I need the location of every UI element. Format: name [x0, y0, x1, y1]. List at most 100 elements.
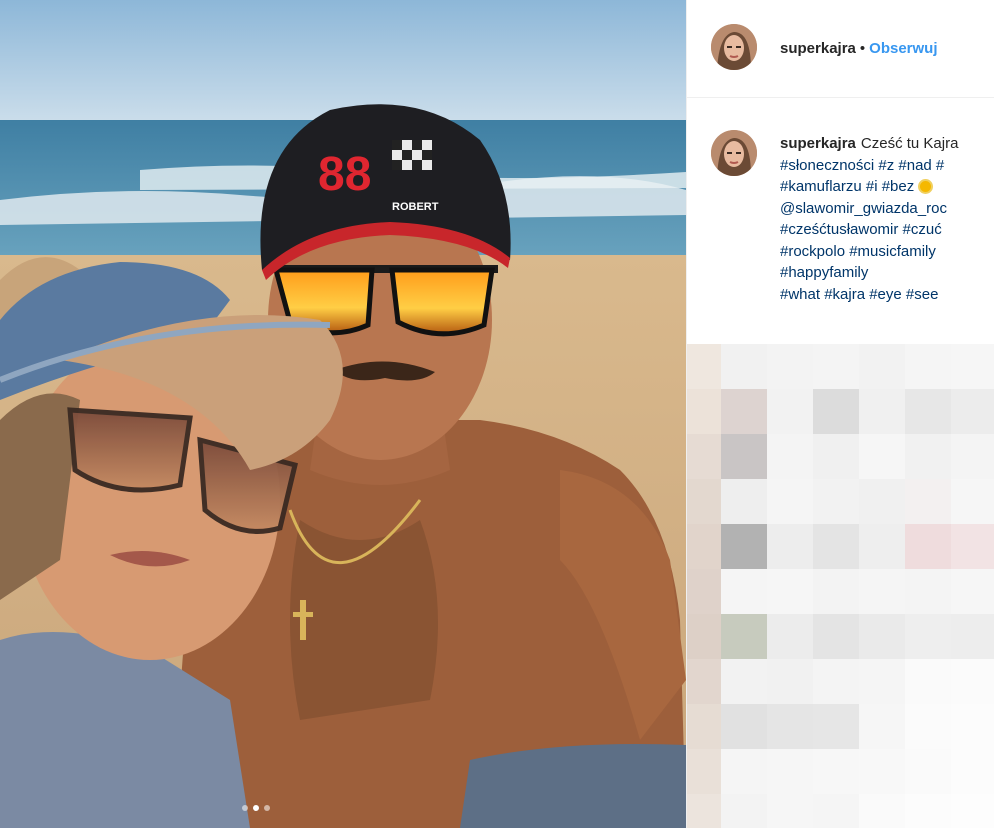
pixel-block [905, 524, 951, 569]
pixel-block [859, 659, 905, 704]
pixel-block [951, 659, 994, 704]
pixel-block [813, 794, 859, 828]
pixel-block [905, 389, 951, 434]
pixel-block [767, 659, 813, 704]
pixel-block [813, 569, 859, 614]
sun-emoji-icon [918, 179, 934, 194]
pixel-block [687, 614, 721, 659]
caption-avatar[interactable] [711, 130, 757, 176]
pixel-block [767, 749, 813, 794]
pixel-block [905, 479, 951, 524]
caption-line: superkajra Cześć tu Kajra [780, 133, 994, 155]
cap-logo-text: ROBERT [392, 201, 439, 213]
pixel-block [905, 569, 951, 614]
pixel-block [905, 614, 951, 659]
pixel-block [721, 479, 767, 524]
pixel-block [951, 434, 994, 479]
pixel-block [721, 704, 767, 749]
pixel-block [905, 434, 951, 479]
pixel-block [859, 794, 905, 828]
carousel-dot[interactable] [264, 805, 270, 811]
pixel-block [859, 389, 905, 434]
pixel-block [721, 614, 767, 659]
pixel-block [721, 524, 767, 569]
pixel-block [687, 659, 721, 704]
caption-hashtags[interactable]: #happyfamily [780, 262, 994, 284]
pixel-block [721, 794, 767, 828]
pixel-block [813, 704, 859, 749]
pixel-block [951, 479, 994, 524]
pixel-block [905, 344, 951, 389]
pixel-block [721, 749, 767, 794]
pixel-block [687, 749, 721, 794]
carousel-indicator [242, 805, 270, 811]
pixel-block [951, 749, 994, 794]
pixel-block [859, 614, 905, 659]
pixel-block [951, 794, 994, 828]
pixel-block [767, 794, 813, 828]
pixel-block [687, 344, 721, 389]
post-side-panel: superkajra • Obserwuj superkajra Cześć tu K… [686, 0, 994, 828]
pixel-block [687, 479, 721, 524]
carousel-dot[interactable] [242, 805, 248, 811]
carousel-dot-active[interactable] [253, 805, 259, 811]
pixel-block [767, 569, 813, 614]
pixel-block [721, 389, 767, 434]
pixel-block [813, 389, 859, 434]
pixel-block [905, 749, 951, 794]
pixel-block [905, 659, 951, 704]
pixel-block [687, 704, 721, 749]
pixel-block [687, 794, 721, 828]
pixel-block [767, 479, 813, 524]
pixel-block [767, 434, 813, 479]
pixel-block [859, 569, 905, 614]
caption-username[interactable]: superkajra [780, 135, 856, 152]
caption-hashtags[interactable]: #kamuflarzu #i #bez [780, 178, 918, 195]
caption-hashtags[interactable]: #słoneczności #z #nad # [780, 155, 994, 177]
post-header-text: superkajra • Obserwuj [780, 39, 938, 59]
pixel-block [859, 524, 905, 569]
pixel-block [813, 749, 859, 794]
pixel-block [687, 434, 721, 479]
pixel-block [813, 659, 859, 704]
pixel-block [767, 389, 813, 434]
pixel-block [859, 749, 905, 794]
pixel-block [859, 479, 905, 524]
post-photo[interactable]: 88 ROBERT [0, 0, 686, 828]
pixel-block [721, 569, 767, 614]
pixel-block [721, 659, 767, 704]
profile-avatar[interactable] [711, 24, 757, 70]
pixel-block [721, 344, 767, 389]
pixel-block [859, 344, 905, 389]
pixel-block [813, 479, 859, 524]
avatar-face-icon [711, 130, 757, 176]
pixel-block [951, 389, 994, 434]
pixelated-comments-area [687, 344, 994, 828]
header-username[interactable]: superkajra [780, 40, 856, 57]
header-separator: • [859, 40, 866, 57]
pixel-block [813, 614, 859, 659]
caption-hashtags[interactable]: #what #kajra #eye #see [780, 284, 994, 306]
pixel-block [859, 704, 905, 749]
pixel-block [951, 614, 994, 659]
beach-selfie-image: 88 ROBERT [0, 0, 686, 828]
caption-line: #kamuflarzu #i #bez [780, 176, 994, 198]
pixel-block [767, 524, 813, 569]
pixel-block [905, 704, 951, 749]
follow-button[interactable]: Obserwuj [869, 40, 937, 57]
caption-hashtags[interactable]: #rockpolo #musicfamily [780, 241, 994, 263]
post-header: superkajra • Obserwuj [687, 0, 994, 98]
post-caption: superkajra Cześć tu Kajra #słoneczności #… [780, 133, 994, 305]
pixel-block [687, 569, 721, 614]
caption-text: Cześć tu Kajra [860, 135, 959, 152]
pixel-block [813, 434, 859, 479]
caption-mention[interactable]: @slawomir_gwiazda_roc [780, 198, 994, 220]
pixel-block [905, 794, 951, 828]
pixel-block [859, 434, 905, 479]
pixel-block [767, 344, 813, 389]
cap-number-text: 88 [318, 148, 371, 201]
pixel-block [951, 344, 994, 389]
caption-hashtags[interactable]: #cześćtusławomir #czuć [780, 219, 994, 241]
pixel-block [687, 524, 721, 569]
pixel-block [951, 704, 994, 749]
